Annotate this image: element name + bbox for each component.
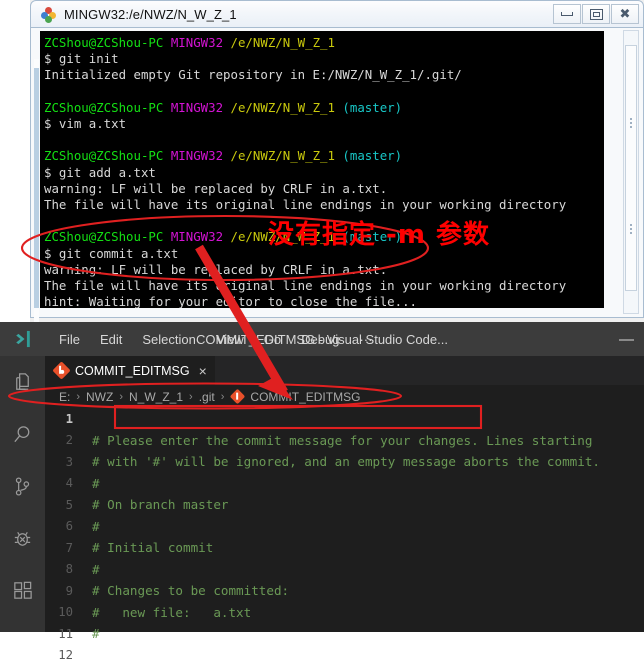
breadcrumb-item-nwz[interactable]: NWZ [86,390,113,404]
line-number: 8 [45,562,92,576]
breadcrumb-separator-icon: › [76,391,80,403]
code-line[interactable]: 10# new file: a.txt [45,602,644,624]
terminal-output-line: The file will have its original line end… [44,197,604,213]
code-line[interactable]: 2# Please enter the commit message for y… [45,430,644,452]
line-number: 3 [45,455,92,469]
mingw-git-icon [41,7,56,22]
terminal-screen[interactable]: ZCShou@ZCShou-PC MINGW32 /e/NWZ/N_W_Z_1$… [40,31,604,308]
breadcrumb-separator-icon: › [189,391,193,403]
code-line[interactable]: 4# [45,473,644,495]
line-text: # Please enter the commit message for yo… [92,433,592,448]
breadcrumb-separator-icon: › [119,391,123,403]
breadcrumb: E: › NWZ › N_W_Z_1 › .git › COMMIT_EDITM… [45,385,644,408]
line-text: # new file: a.txt [92,605,251,620]
line-number: 9 [45,584,92,598]
breadcrumb-item-drive[interactable]: E: [59,390,70,404]
tab-commit-editmsg[interactable]: COMMIT_EDITMSG × [45,356,215,385]
code-line[interactable]: 9# Changes to be committed: [45,580,644,602]
line-text: # [92,626,100,641]
code-line[interactable]: 1 [45,408,644,430]
line-number: 6 [45,519,92,533]
code-line[interactable]: 3# with '#' will be ignored, and an empt… [45,451,644,473]
terminal-prompt-line: ZCShou@ZCShou-PC MINGW32 /e/NWZ/N_W_Z_1 … [44,100,604,116]
line-number: 7 [45,541,92,555]
terminal-left-scrollbar-thumb[interactable] [34,68,39,308]
terminal-output-line: warning: LF will be replaced by CRLF in … [44,262,604,278]
terminal-title-text: MINGW32:/e/NWZ/N_W_Z_1 [64,7,237,22]
menu-selection[interactable]: Selection [132,328,205,351]
source-control-icon[interactable] [0,460,45,512]
maximize-icon[interactable] [582,4,610,24]
close-icon[interactable]: ✖ [611,4,639,24]
breadcrumb-separator-icon: › [221,391,225,403]
terminal-blank-line [44,213,604,229]
code-line[interactable]: 7# Initial commit [45,537,644,559]
code-line[interactable]: 8# [45,559,644,581]
vscode-activity-bar [0,356,45,632]
line-text: # [92,562,100,577]
git-file-icon [230,389,246,405]
terminal-frame: ZCShou@ZCShou-PC MINGW32 /e/NWZ/N_W_Z_1$… [30,28,644,318]
terminal-title-bar[interactable]: MINGW32:/e/NWZ/N_W_Z_1 ✖ [30,0,644,28]
breadcrumb-item-file[interactable]: COMMIT_EDITMSG [250,390,360,404]
line-number: 10 [45,605,92,619]
line-text: # [92,519,100,534]
menu-edit[interactable]: Edit [90,328,132,351]
line-number: 5 [45,498,92,512]
line-number: 12 [45,648,92,662]
code-line[interactable]: 12 [45,645,644,666]
terminal-command-line: $ git init [44,51,604,67]
vscode-logo-icon [13,328,35,350]
terminal-blank-line [44,84,604,100]
terminal-command-line: $ git commit a.txt [44,246,604,262]
debug-icon[interactable] [0,512,45,564]
terminal-scrollbar-thumb[interactable] [625,45,637,291]
line-number: 2 [45,433,92,447]
menu-view[interactable]: View [206,328,254,351]
explorer-icon[interactable] [0,356,45,408]
mingw32-terminal-window[interactable]: MINGW32:/e/NWZ/N_W_Z_1 ✖ ZCShou@ZCShou-P… [30,0,644,322]
line-text: # [92,476,100,491]
tab-close-icon[interactable]: × [199,364,207,378]
terminal-blank-line [44,132,604,148]
minimize-icon[interactable] [553,4,581,24]
terminal-window-buttons: ✖ [552,4,639,24]
line-text: # with '#' will be ignored, and an empty… [92,454,600,469]
terminal-output-line: warning: LF will be replaced by CRLF in … [44,181,604,197]
extensions-icon[interactable] [0,564,45,616]
line-number: 1 [45,412,92,426]
terminal-prompt-line: ZCShou@ZCShou-PC MINGW32 /e/NWZ/N_W_Z_1 … [44,148,604,164]
terminal-output-line: The file will have its original line end… [44,278,604,294]
terminal-prompt-line: ZCShou@ZCShou-PC MINGW32 /e/NWZ/N_W_Z_1 … [44,229,604,245]
line-text: # Initial commit [92,540,213,555]
menu-more[interactable]: ··· [349,328,382,351]
code-line[interactable]: 6# [45,516,644,538]
terminal-command-line: $ vim a.txt [44,116,604,132]
search-icon[interactable] [0,408,45,460]
vscode-window[interactable]: File Edit Selection View Go Debug ··· CO… [0,322,644,632]
vscode-editor-area: COMMIT_EDITMSG × E: › NWZ › N_W_Z_1 › .g… [45,356,644,632]
vscode-minimize-button[interactable]: — [619,322,634,356]
vscode-menu-bar: File Edit Selection View Go Debug ··· CO… [0,322,644,356]
terminal-vertical-scrollbar[interactable] [623,30,639,314]
terminal-output-line: hint: Waiting for your editor to close t… [44,294,604,308]
line-text: # Changes to be committed: [92,583,289,598]
vscode-tab-bar: COMMIT_EDITMSG × [45,356,644,385]
terminal-command-line: $ git add a.txt [44,165,604,181]
line-number: 11 [45,627,92,641]
line-text: # On branch master [92,497,228,512]
line-number: 4 [45,476,92,490]
menu-debug[interactable]: Debug [291,328,349,351]
code-line[interactable]: 5# On branch master [45,494,644,516]
vscode-code-editor[interactable]: 1 2# Please enter the commit message for … [45,408,644,632]
menu-go[interactable]: Go [254,328,291,351]
breadcrumb-item-git[interactable]: .git [199,390,215,404]
git-file-icon [52,361,70,379]
breadcrumb-item-project[interactable]: N_W_Z_1 [129,390,183,404]
menu-file[interactable]: File [49,328,90,351]
terminal-output-line: Initialized empty Git repository in E:/N… [44,67,604,83]
tab-label: COMMIT_EDITMSG [75,364,190,378]
terminal-prompt-line: ZCShou@ZCShou-PC MINGW32 /e/NWZ/N_W_Z_1 [44,35,604,51]
code-line[interactable]: 11# [45,623,644,645]
